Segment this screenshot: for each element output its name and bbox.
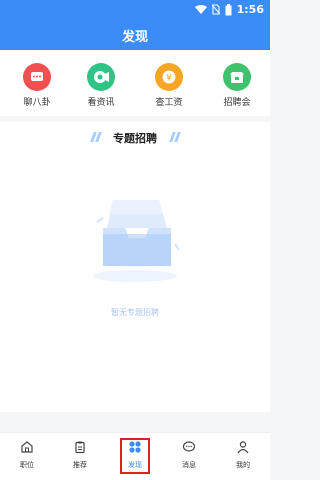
quick-links-bar: 聊八卦 看资讯 ¥ 查工资 招聘会 [0,50,270,116]
tab-messages[interactable]: 消息 [169,439,209,470]
profile-icon [237,441,249,454]
wifi-icon [194,4,207,14]
tab-label: 消息 [182,461,196,469]
tab-profile[interactable]: 我的 [223,439,263,470]
tab-recommend[interactable]: 推荐 [60,439,100,470]
message-icon [182,441,196,452]
svg-text:¥: ¥ [166,74,172,84]
quick-link-salary[interactable]: ¥ 查工资 [142,63,196,108]
quick-link-label: 看资讯 [87,98,115,108]
highlight-box [120,438,150,474]
clipboard-icon [75,441,85,454]
news-icon [87,63,115,91]
battery-icon [225,3,232,15]
empty-state-text: 暂无专题招聘 [111,308,159,317]
chat-icon [23,63,51,91]
tab-label: 我的 [236,461,250,469]
tab-label: 推荐 [73,461,87,469]
home-icon [21,441,33,453]
quick-link-label: 查工资 [155,98,183,108]
no-sim-icon [211,4,220,15]
quick-link-gossip[interactable]: 聊八卦 [10,63,64,108]
quick-link-label: 招聘会 [223,98,251,108]
quick-link-job-fair[interactable]: 招聘会 [210,63,264,108]
page-title: 发现 [121,29,148,45]
tab-position[interactable]: 职位 [7,439,47,470]
tab-label: 职位 [20,461,34,469]
quick-link-label: 聊八卦 [23,98,51,108]
status-bar: 1:56 [0,0,270,20]
quick-link-news[interactable]: 看资讯 [74,63,128,108]
salary-icon: ¥ [155,63,183,91]
section-title: 专题招聘 [113,132,157,145]
topic-recruitment-section: 专题招聘 暂无专题招聘 [0,122,270,412]
page-header: 发现 [0,20,270,50]
job-fair-icon [223,63,251,91]
status-time: 1:56 [236,3,264,16]
empty-inbox-icon [93,200,180,282]
